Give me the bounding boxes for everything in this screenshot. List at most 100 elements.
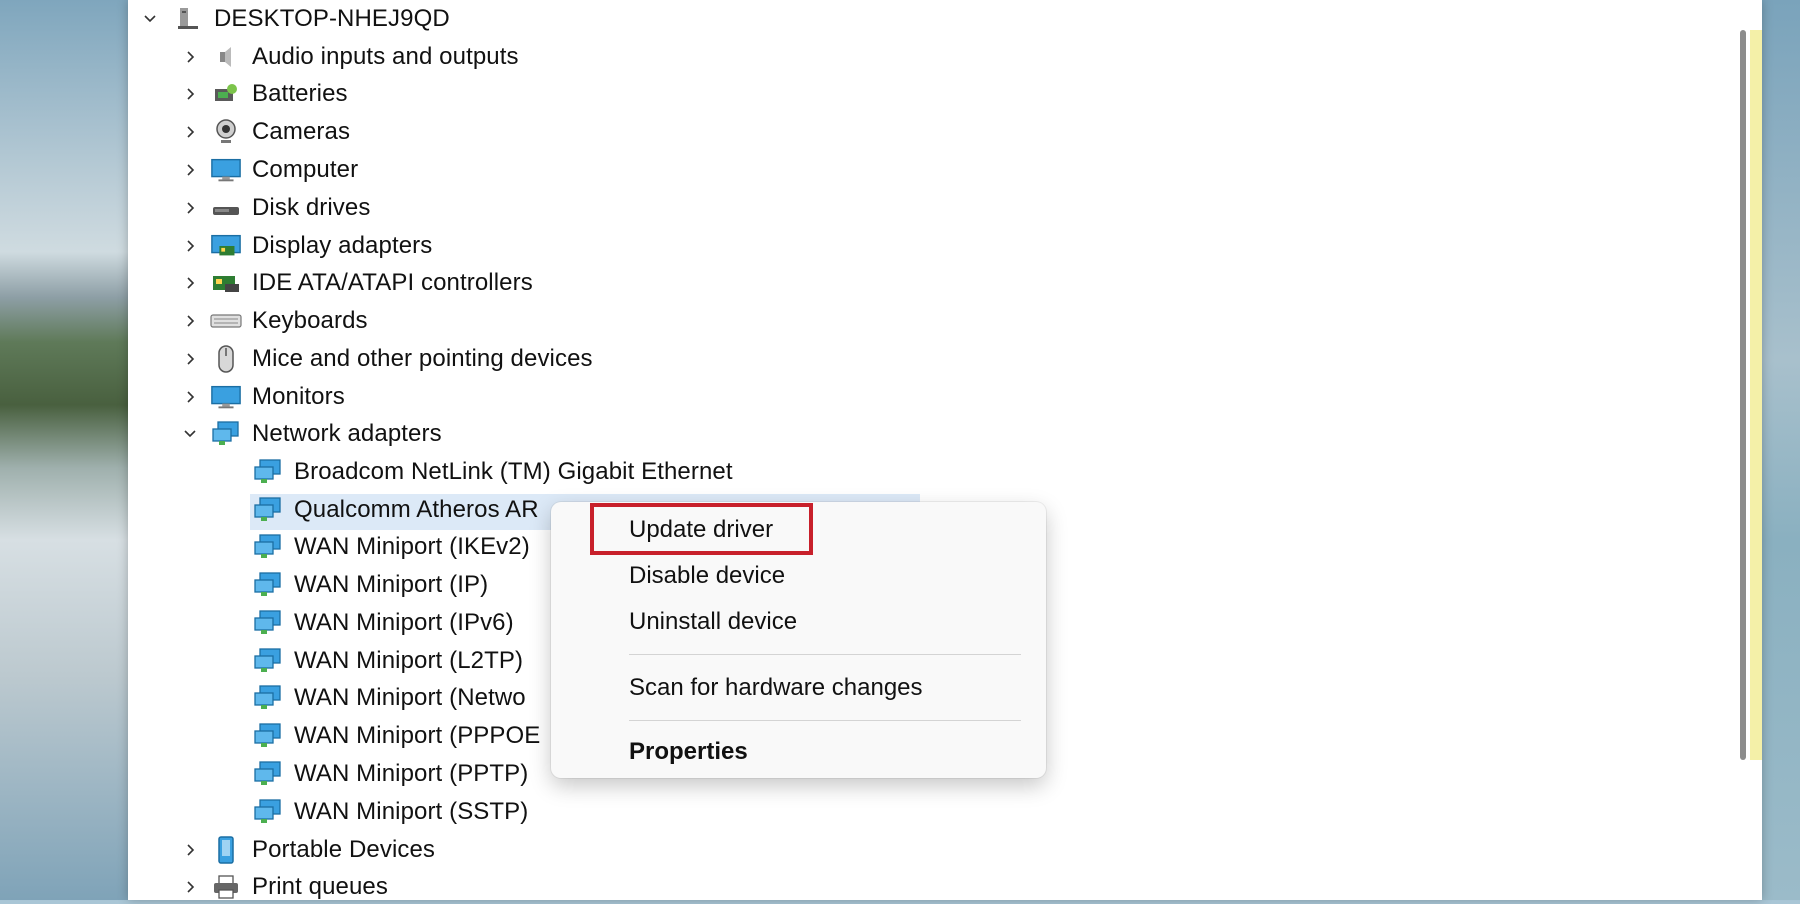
- tree-item-network-adapters[interactable]: Network adapters: [178, 417, 442, 451]
- network-device-row[interactable]: WAN Miniport (Netwo: [252, 681, 526, 715]
- menu-separator: [629, 720, 1021, 721]
- network-adapter-icon: [252, 759, 284, 789]
- tree-item-ide-controllers[interactable]: IDE ATA/ATAPI controllers: [178, 266, 533, 300]
- category-label: Audio inputs and outputs: [252, 43, 519, 70]
- menu-separator: [629, 654, 1021, 655]
- accent-strip: [1750, 30, 1762, 760]
- category-label: Keyboards: [252, 307, 368, 334]
- device-label: WAN Miniport (SSTP): [294, 798, 529, 825]
- tree-item-keyboards[interactable]: Keyboards: [178, 304, 368, 338]
- tree-item-cameras[interactable]: Cameras: [178, 115, 350, 149]
- chevron-down-icon[interactable]: [138, 7, 162, 31]
- tree-item-mice[interactable]: Mice and other pointing devices: [178, 342, 593, 376]
- network-device-row[interactable]: WAN Miniport (L2TP): [252, 644, 523, 678]
- tree-item-disk-drives[interactable]: Disk drives: [178, 191, 370, 225]
- network-device-row[interactable]: WAN Miniport (SSTP): [252, 795, 528, 829]
- computer-icon: [210, 155, 242, 185]
- menu-item-properties[interactable]: Properties: [551, 730, 1046, 774]
- chevron-right-icon[interactable]: [178, 120, 202, 144]
- chevron-right-icon[interactable]: [178, 875, 202, 899]
- speaker-icon: [210, 42, 242, 72]
- tree-item-print-queues[interactable]: Print queues: [178, 870, 388, 904]
- category-label: Computer: [252, 156, 359, 183]
- camera-icon: [210, 117, 242, 147]
- category-label: Monitors: [252, 383, 345, 410]
- battery-icon: [210, 79, 242, 109]
- chevron-down-icon[interactable]: [178, 422, 202, 446]
- menu-item-label: Scan for hardware changes: [629, 674, 923, 701]
- chevron-right-icon[interactable]: [178, 385, 202, 409]
- network-adapter-icon: [252, 721, 284, 751]
- network-adapter-icon: [252, 457, 284, 487]
- chevron-right-icon[interactable]: [178, 234, 202, 258]
- chevron-right-icon[interactable]: [178, 45, 202, 69]
- network-adapter-icon: [252, 570, 284, 600]
- device-label: WAN Miniport (L2TP): [294, 647, 524, 674]
- annotation-highlight-box: [590, 503, 813, 555]
- display-adapter-icon: [210, 231, 242, 261]
- monitor-icon: [210, 382, 242, 412]
- category-label: IDE ATA/ATAPI controllers: [252, 269, 533, 296]
- chevron-right-icon[interactable]: [178, 271, 202, 295]
- network-device-row-selected[interactable]: Qualcomm Atheros AR: [252, 493, 539, 527]
- menu-item-label: Uninstall device: [629, 608, 798, 635]
- device-label: WAN Miniport (IKEv2): [294, 533, 530, 560]
- root-label: DESKTOP-NHEJ9QD: [214, 5, 450, 32]
- menu-item-label: Properties: [629, 738, 748, 765]
- category-label: Print queues: [252, 873, 388, 900]
- tree-item-computer[interactable]: Computer: [178, 153, 358, 187]
- network-device-row[interactable]: Broadcom NetLink (TM) Gigabit Ethernet: [252, 455, 733, 489]
- category-label: Portable Devices: [252, 836, 436, 863]
- tree-root[interactable]: DESKTOP-NHEJ9QD: [138, 2, 450, 36]
- computer-root-icon: [172, 4, 204, 34]
- device-label: Qualcomm Atheros AR: [294, 496, 539, 523]
- device-label: Broadcom NetLink (TM) Gigabit Ethernet: [294, 458, 733, 485]
- desktop-wallpaper-left: [0, 0, 128, 900]
- category-label: Batteries: [252, 80, 348, 107]
- network-adapter-icon: [252, 608, 284, 638]
- mouse-icon: [210, 344, 242, 374]
- device-label: WAN Miniport (Netwo: [294, 684, 526, 711]
- network-adapter-icon: [252, 532, 284, 562]
- tree-item-batteries[interactable]: Batteries: [178, 77, 348, 111]
- printer-icon: [210, 872, 242, 902]
- chevron-right-icon[interactable]: [178, 309, 202, 333]
- disk-drive-icon: [210, 193, 242, 223]
- tree-item-portable-devices[interactable]: Portable Devices: [178, 833, 435, 867]
- tree-item-monitors[interactable]: Monitors: [178, 380, 345, 414]
- network-device-row[interactable]: WAN Miniport (IKEv2): [252, 530, 530, 564]
- menu-item-scan-hardware[interactable]: Scan for hardware changes: [551, 666, 1046, 710]
- network-device-row[interactable]: WAN Miniport (PPTP): [252, 757, 528, 791]
- ide-controller-icon: [210, 268, 242, 298]
- chevron-right-icon[interactable]: [178, 347, 202, 371]
- menu-item-uninstall-device[interactable]: Uninstall device: [551, 600, 1046, 644]
- network-device-row[interactable]: WAN Miniport (IP): [252, 568, 488, 602]
- vertical-scrollbar[interactable]: [1740, 30, 1746, 760]
- chevron-right-icon[interactable]: [178, 158, 202, 182]
- network-device-row[interactable]: WAN Miniport (IPv6): [252, 606, 514, 640]
- chevron-right-icon[interactable]: [178, 838, 202, 862]
- network-adapter-icon: [210, 419, 242, 449]
- category-label: Network adapters: [252, 420, 442, 447]
- network-adapter-icon: [252, 797, 284, 827]
- chevron-right-icon[interactable]: [178, 82, 202, 106]
- category-label: Cameras: [252, 118, 351, 145]
- category-label: Mice and other pointing devices: [252, 345, 593, 372]
- tree-item-audio[interactable]: Audio inputs and outputs: [178, 40, 519, 74]
- network-adapter-icon: [252, 495, 284, 525]
- category-label: Display adapters: [252, 232, 433, 259]
- menu-item-label: Disable device: [629, 562, 786, 589]
- category-label: Disk drives: [252, 194, 371, 221]
- device-label: WAN Miniport (IP): [294, 571, 489, 598]
- tree-item-display-adapters[interactable]: Display adapters: [178, 229, 432, 263]
- device-label: WAN Miniport (IPv6): [294, 609, 514, 636]
- device-label: WAN Miniport (PPPOE: [294, 722, 541, 749]
- network-device-row[interactable]: WAN Miniport (PPPOE: [252, 719, 540, 753]
- portable-device-icon: [210, 835, 242, 865]
- menu-item-disable-device[interactable]: Disable device: [551, 554, 1046, 598]
- desktop-wallpaper-right: [1762, 0, 1800, 900]
- device-label: WAN Miniport (PPTP): [294, 760, 529, 787]
- network-adapter-icon: [252, 683, 284, 713]
- network-adapter-icon: [252, 646, 284, 676]
- chevron-right-icon[interactable]: [178, 196, 202, 220]
